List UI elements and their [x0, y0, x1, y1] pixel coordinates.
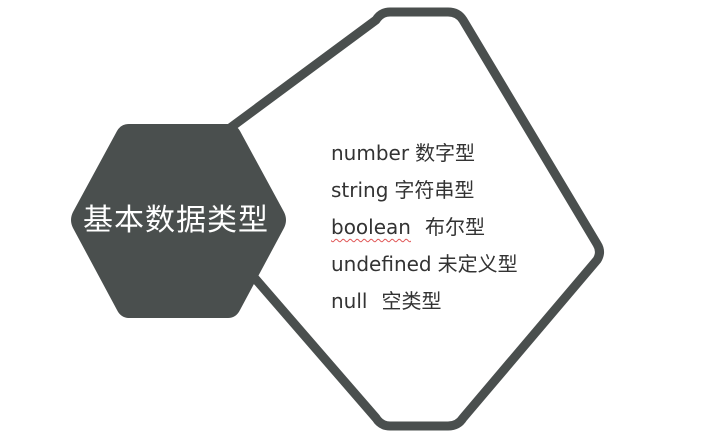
type-description: 布尔型: [424, 215, 485, 239]
type-name: number: [331, 141, 410, 165]
list-item: string 字符串型: [331, 175, 518, 212]
list-item: undefined 未定义型: [331, 249, 518, 286]
data-type-list: number 数字型 string 字符串型 boolean 布尔型 undefine…: [331, 138, 518, 323]
type-description: 字符串型: [394, 178, 475, 202]
type-name: string: [331, 178, 389, 202]
list-item: number 数字型: [331, 138, 518, 175]
data-types-diagram: 基本数据类型 number 数字型 string 字符串型 boolean 布尔型 u…: [0, 0, 727, 433]
type-description: 未定义型: [437, 252, 518, 276]
list-item: boolean 布尔型: [331, 212, 518, 249]
type-description: 数字型: [415, 141, 476, 165]
type-name: null: [331, 289, 368, 313]
diagram-title: 基本数据类型: [83, 203, 269, 238]
type-description: 空类型: [381, 289, 442, 313]
type-name: boolean: [331, 215, 411, 239]
list-item: null 空类型: [331, 286, 518, 323]
type-name: undefined: [331, 252, 432, 276]
